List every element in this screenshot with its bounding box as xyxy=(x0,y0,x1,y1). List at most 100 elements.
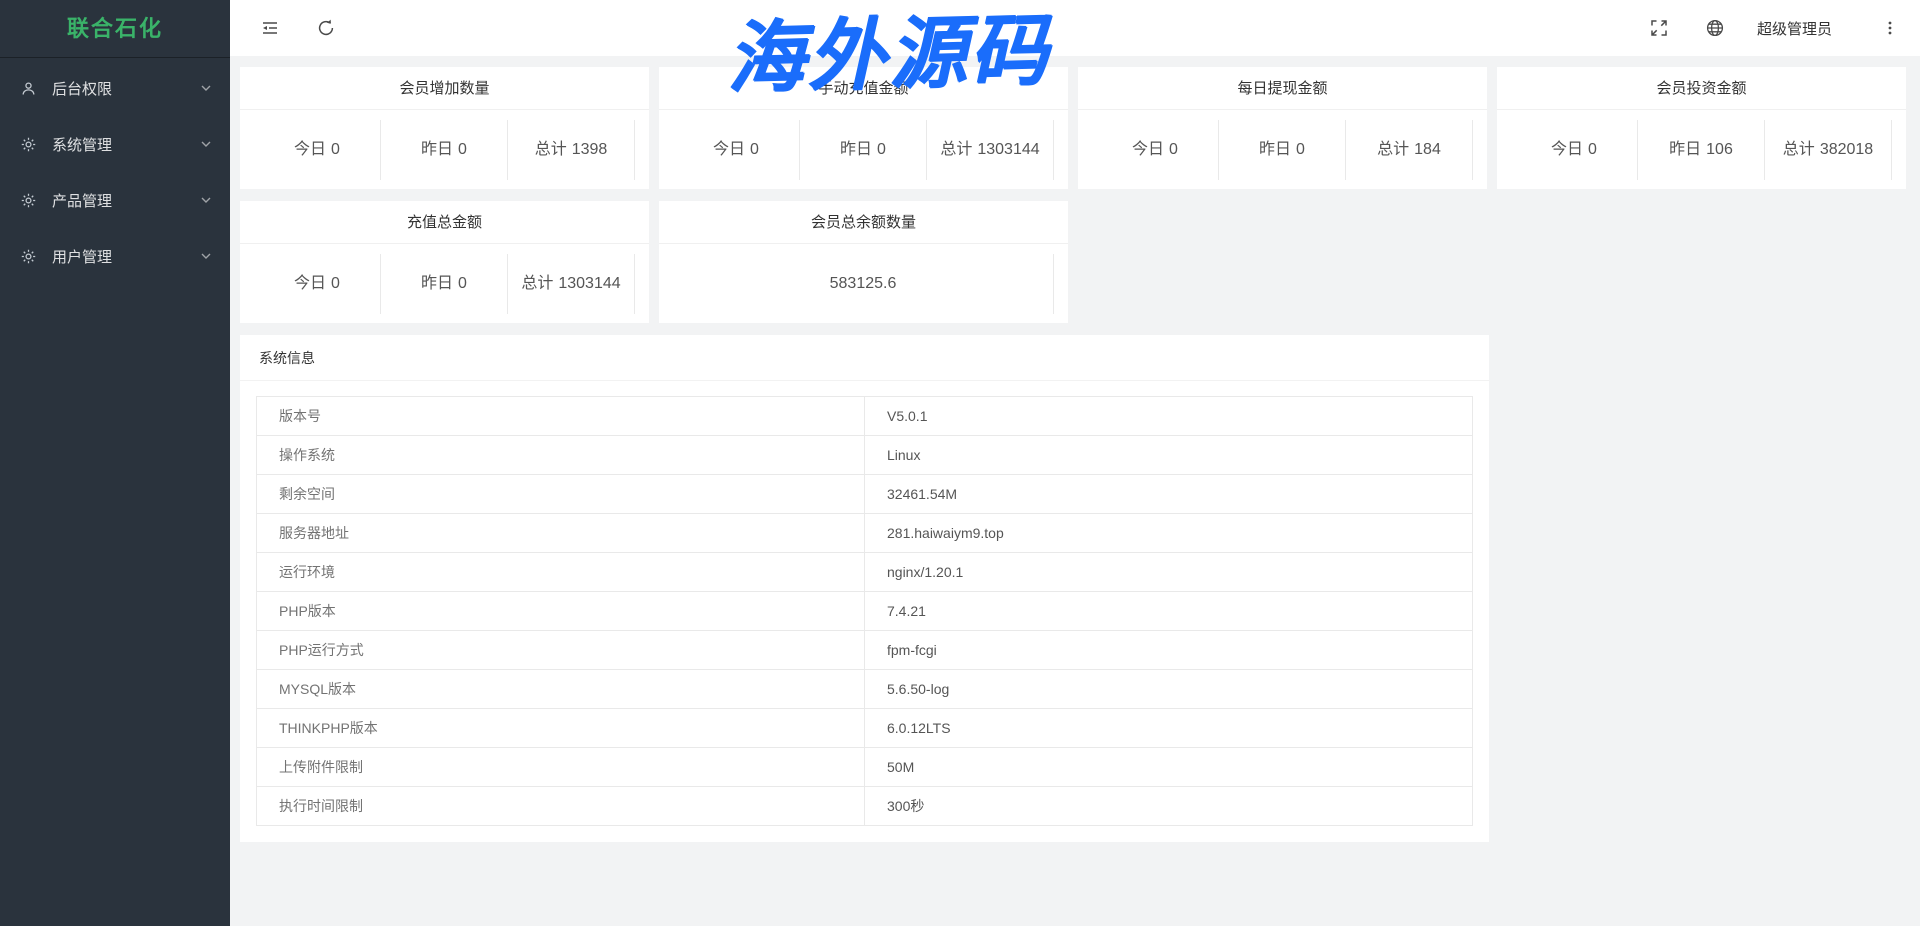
stat-cell-yesterday: 昨日0 xyxy=(1219,120,1346,180)
more-menu-icon[interactable] xyxy=(1882,20,1898,36)
fullscreen-icon[interactable] xyxy=(1649,18,1669,38)
sidebar-item-label: 产品管理 xyxy=(52,190,200,211)
info-label: 剩余空间 xyxy=(257,475,865,514)
gear-icon xyxy=(20,248,37,265)
stat-cards-row-2: 充值总金额 今日0 昨日0 总计1303144 会员总余额数量 583125.6 xyxy=(240,201,1905,323)
chevron-down-icon xyxy=(200,138,212,150)
sidebar: 联合石化 后台权限 系统管理 产品管理 xyxy=(0,0,230,926)
info-label: 上传附件限制 xyxy=(257,748,865,787)
stat-card-body: 583125.6 xyxy=(659,244,1068,323)
table-row: PHP运行方式fpm-fcgi xyxy=(257,631,1473,670)
info-label: PHP版本 xyxy=(257,592,865,631)
table-row: THINKPHP版本6.0.12LTS xyxy=(257,709,1473,748)
stat-card-body: 今日0 昨日106 总计382018 xyxy=(1497,110,1906,189)
sidebar-item-label: 用户管理 xyxy=(52,246,200,267)
stat-cell-today: 今日0 xyxy=(254,254,381,314)
table-row: MYSQL版本5.6.50-log xyxy=(257,670,1473,709)
system-info-title: 系统信息 xyxy=(240,335,1489,381)
topbar-right: 超级管理员 xyxy=(1613,18,1898,39)
info-label: THINKPHP版本 xyxy=(257,709,865,748)
brand-logo: 联合石化 xyxy=(0,0,230,58)
stat-card-title: 手动充值金额 xyxy=(659,67,1068,110)
stat-card-title: 每日提现金额 xyxy=(1078,67,1487,110)
sidebar-item-product-management[interactable]: 产品管理 xyxy=(0,172,230,228)
info-value: V5.0.1 xyxy=(865,397,1473,436)
stat-card-member-investment: 会员投资金额 今日0 昨日106 总计382018 xyxy=(1497,67,1906,189)
sidebar-item-label: 系统管理 xyxy=(52,134,200,155)
stat-card-title: 会员增加数量 xyxy=(240,67,649,110)
chevron-down-icon xyxy=(200,194,212,206)
stat-cell-today: 今日0 xyxy=(1092,120,1219,180)
stat-card-body: 今日0 昨日0 总计1303144 xyxy=(659,110,1068,189)
system-info-panel: 系统信息 版本号V5.0.1 操作系统Linux 剩余空间32461.54M 服… xyxy=(240,335,1489,842)
info-value: 6.0.12LTS xyxy=(865,709,1473,748)
stat-cell-yesterday: 昨日0 xyxy=(381,254,508,314)
stat-cell-yesterday: 昨日0 xyxy=(381,120,508,180)
stat-card-body: 今日0 昨日0 总计184 xyxy=(1078,110,1487,189)
sidebar-menu: 后台权限 系统管理 产品管理 xyxy=(0,58,230,284)
info-label: MYSQL版本 xyxy=(257,670,865,709)
info-value: 300秒 xyxy=(865,787,1473,826)
chevron-down-icon xyxy=(200,250,212,262)
stat-card-title: 充值总金额 xyxy=(240,201,649,244)
stat-cell-today: 今日0 xyxy=(673,120,800,180)
info-label: 服务器地址 xyxy=(257,514,865,553)
stat-cell-total: 总计184 xyxy=(1346,120,1473,180)
current-user[interactable]: 超级管理员 xyxy=(1757,18,1832,39)
sidebar-item-label: 后台权限 xyxy=(52,78,200,99)
info-value: 281.haiwaiym9.top xyxy=(865,514,1473,553)
globe-icon[interactable] xyxy=(1705,18,1725,38)
stat-card-body: 今日0 昨日0 总计1303144 xyxy=(240,244,649,323)
main-content: 会员增加数量 今日0 昨日0 总计1398 手动充值金额 今日0 昨日0 总计1… xyxy=(230,56,1920,926)
info-label: 执行时间限制 xyxy=(257,787,865,826)
sidebar-item-backend-permissions[interactable]: 后台权限 xyxy=(0,60,230,116)
stat-cell-yesterday: 昨日0 xyxy=(800,120,927,180)
info-label: 操作系统 xyxy=(257,436,865,475)
stat-cell-yesterday: 昨日106 xyxy=(1638,120,1765,180)
info-value: nginx/1.20.1 xyxy=(865,553,1473,592)
stat-card-manual-recharge: 手动充值金额 今日0 昨日0 总计1303144 xyxy=(659,67,1068,189)
stat-cell-today: 今日0 xyxy=(1511,120,1638,180)
topbar: 超级管理员 xyxy=(230,0,1920,56)
stat-card-title: 会员投资金额 xyxy=(1497,67,1906,110)
info-value: 5.6.50-log xyxy=(865,670,1473,709)
stat-cell-today: 今日0 xyxy=(254,120,381,180)
gear-icon xyxy=(20,192,37,209)
table-row: 剩余空间32461.54M xyxy=(257,475,1473,514)
table-row: 版本号V5.0.1 xyxy=(257,397,1473,436)
stat-cell-balance-value: 583125.6 xyxy=(673,254,1054,314)
sidebar-item-user-management[interactable]: 用户管理 xyxy=(0,228,230,284)
stat-cell-total: 总计382018 xyxy=(1765,120,1892,180)
stat-cell-total: 总计1303144 xyxy=(508,254,635,314)
collapse-sidebar-icon[interactable] xyxy=(260,18,280,38)
info-label: PHP运行方式 xyxy=(257,631,865,670)
sidebar-item-system-management[interactable]: 系统管理 xyxy=(0,116,230,172)
info-value: 50M xyxy=(865,748,1473,787)
info-value: 32461.54M xyxy=(865,475,1473,514)
info-label: 运行环境 xyxy=(257,553,865,592)
stat-card-body: 今日0 昨日0 总计1398 xyxy=(240,110,649,189)
table-row: 操作系统Linux xyxy=(257,436,1473,475)
table-row: 服务器地址281.haiwaiym9.top xyxy=(257,514,1473,553)
system-info-table: 版本号V5.0.1 操作系统Linux 剩余空间32461.54M 服务器地址2… xyxy=(256,396,1473,826)
table-row: PHP版本7.4.21 xyxy=(257,592,1473,631)
table-row: 上传附件限制50M xyxy=(257,748,1473,787)
stat-card-member-growth: 会员增加数量 今日0 昨日0 总计1398 xyxy=(240,67,649,189)
stat-card-title: 会员总余额数量 xyxy=(659,201,1068,244)
info-value: Linux xyxy=(865,436,1473,475)
info-value: fpm-fcgi xyxy=(865,631,1473,670)
refresh-icon[interactable] xyxy=(316,18,336,38)
chevron-down-icon xyxy=(200,82,212,94)
stat-card-total-recharge: 充值总金额 今日0 昨日0 总计1303144 xyxy=(240,201,649,323)
table-row: 运行环境nginx/1.20.1 xyxy=(257,553,1473,592)
stat-cell-total: 总计1398 xyxy=(508,120,635,180)
stat-card-daily-withdrawal: 每日提现金额 今日0 昨日0 总计184 xyxy=(1078,67,1487,189)
info-label: 版本号 xyxy=(257,397,865,436)
stat-cell-total: 总计1303144 xyxy=(927,120,1054,180)
table-row: 执行时间限制300秒 xyxy=(257,787,1473,826)
info-value: 7.4.21 xyxy=(865,592,1473,631)
gear-icon xyxy=(20,136,37,153)
stat-cards-row-1: 会员增加数量 今日0 昨日0 总计1398 手动充值金额 今日0 昨日0 总计1… xyxy=(240,67,1905,189)
stat-card-total-balance: 会员总余额数量 583125.6 xyxy=(659,201,1068,323)
user-icon xyxy=(20,80,37,97)
